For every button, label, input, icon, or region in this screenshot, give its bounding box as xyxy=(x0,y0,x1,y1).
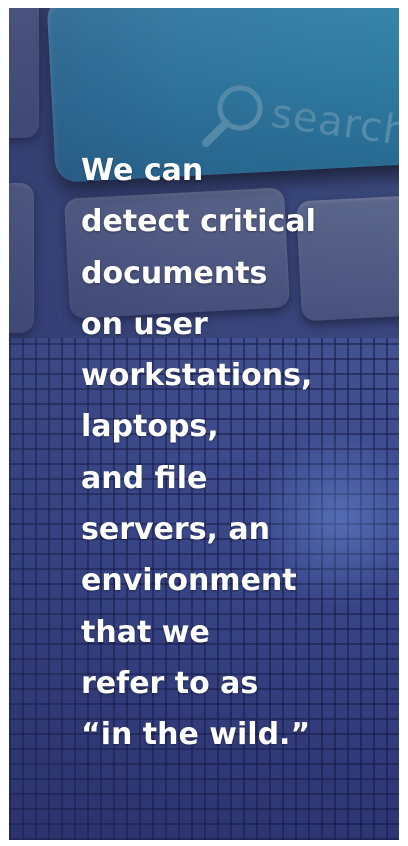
pull-quote-panel: search We can detect critical documents … xyxy=(9,8,399,840)
pull-quote-text: We can detect critical documents on user… xyxy=(81,153,316,753)
